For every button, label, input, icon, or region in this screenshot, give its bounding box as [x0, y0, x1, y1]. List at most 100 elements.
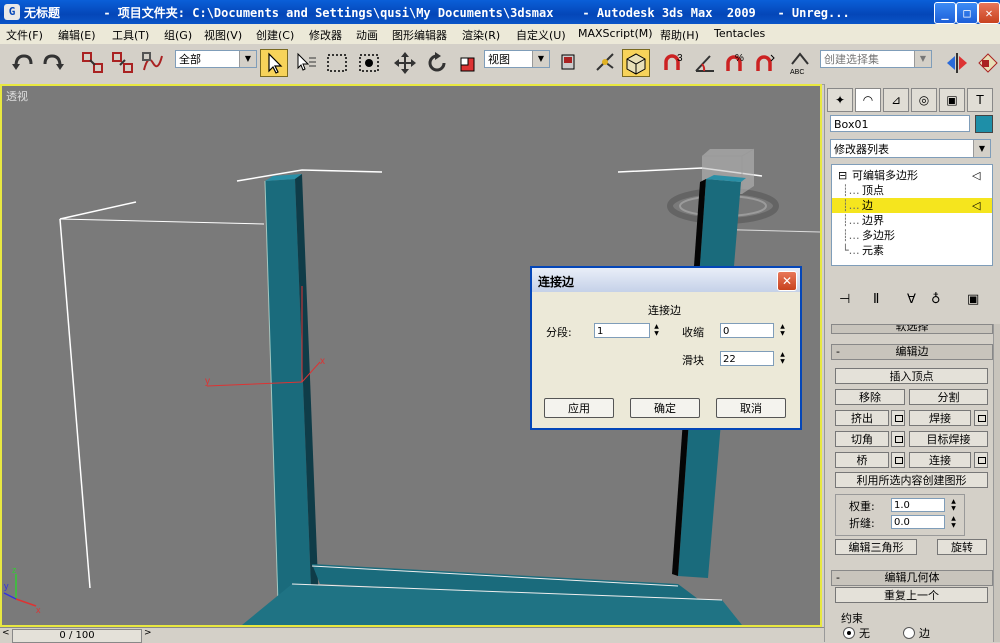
next-frame-icon[interactable]: >: [144, 628, 152, 638]
cancel-button[interactable]: 取消: [716, 398, 786, 418]
menu-customize[interactable]: 自定义(U): [516, 27, 566, 43]
stack-item-element[interactable]: └… 元素: [832, 243, 992, 258]
show-end-result-icon[interactable]: Ⅱ: [873, 292, 879, 307]
crease-field[interactable]: 0.0: [891, 515, 945, 529]
create-shape-button[interactable]: 利用所选内容创建图形: [835, 472, 988, 488]
weight-field[interactable]: 1.0: [891, 498, 945, 512]
slide-field[interactable]: 22: [720, 351, 774, 366]
bind-space-warp-icon[interactable]: [140, 50, 166, 76]
object-name-field[interactable]: Box01: [830, 115, 970, 132]
edit-named-selection-icon[interactable]: ABC: [788, 50, 814, 76]
menu-modifiers[interactable]: 修改器: [309, 27, 342, 43]
panel-scrollbar[interactable]: [993, 324, 1000, 642]
utilities-tab-icon[interactable]: T: [967, 88, 993, 112]
motion-tab-icon[interactable]: ◎: [911, 88, 937, 112]
weld-button[interactable]: 焊接: [909, 410, 971, 426]
stack-item-vertex[interactable]: ┊… 顶点: [832, 183, 992, 198]
pivot-center-icon[interactable]: [556, 50, 582, 76]
dialog-title-bar[interactable]: 连接边 ✕: [532, 268, 800, 292]
constraint-none-radio[interactable]: [843, 627, 855, 639]
stack-item-border[interactable]: ┊… 边界: [832, 213, 992, 228]
menu-animation[interactable]: 动画: [356, 27, 378, 43]
select-by-name-icon[interactable]: [292, 50, 318, 76]
menu-create[interactable]: 创建(C): [256, 27, 294, 43]
split-button[interactable]: 分割: [909, 389, 988, 405]
edit-triangulation-button[interactable]: 编辑三角形: [835, 539, 917, 555]
remove-button[interactable]: 移除: [835, 389, 905, 405]
undo-icon[interactable]: [10, 50, 36, 76]
stack-item-polygon[interactable]: ┊… 多边形: [832, 228, 992, 243]
segments-field[interactable]: 1: [594, 323, 650, 338]
slide-spinner[interactable]: ▲ ▼: [778, 351, 787, 366]
target-weld-button[interactable]: 目标焊接: [909, 431, 988, 447]
selection-filter-dropdown[interactable]: 全部 ▼: [175, 50, 257, 68]
crease-spinner[interactable]: ▲ ▼: [949, 515, 958, 529]
close-button[interactable]: ✕: [978, 2, 1000, 24]
hierarchy-tab-icon[interactable]: ⊿: [883, 88, 909, 112]
frame-counter[interactable]: 0 / 100: [12, 629, 142, 643]
menu-group[interactable]: 组(G): [164, 27, 192, 43]
insert-vertex-button[interactable]: 插入顶点: [835, 368, 988, 384]
window-crossing-icon[interactable]: [356, 50, 382, 76]
menu-help[interactable]: 帮助(H): [660, 27, 699, 43]
chamfer-settings-icon[interactable]: [891, 431, 905, 447]
object-color-swatch[interactable]: [975, 115, 993, 133]
turn-button[interactable]: 旋转: [937, 539, 987, 555]
remove-modifier-icon[interactable]: ♁: [931, 292, 941, 307]
align-icon[interactable]: [974, 50, 1000, 76]
light-bulb-icon[interactable]: ◁: [972, 168, 980, 183]
menu-maxscript[interactable]: MAXScript(M): [578, 27, 653, 40]
collapse-icon[interactable]: ⊟: [838, 168, 847, 183]
select-and-manipulate-icon[interactable]: [592, 50, 618, 76]
angle-snap-icon[interactable]: [692, 50, 718, 76]
create-tab-icon[interactable]: ✦: [827, 88, 853, 112]
app-icon[interactable]: G: [4, 4, 20, 20]
repeat-last-button[interactable]: 重复上一个: [835, 587, 988, 603]
menu-file[interactable]: 文件(F): [6, 27, 43, 43]
extrude-settings-icon[interactable]: [891, 410, 905, 426]
pin-stack-icon[interactable]: ⊣: [839, 292, 850, 307]
pinch-field[interactable]: 0: [720, 323, 774, 338]
rectangular-selection-icon[interactable]: [324, 50, 350, 76]
percent-snap-icon[interactable]: %: [722, 50, 748, 76]
spinner-snap-icon[interactable]: [752, 50, 778, 76]
apply-button[interactable]: 应用: [544, 398, 614, 418]
menu-tentacles[interactable]: Tentacles: [714, 27, 765, 40]
move-icon[interactable]: [392, 50, 418, 76]
select-and-link-icon[interactable]: [80, 50, 106, 76]
stack-item-editable-poly[interactable]: ⊟ 可编辑多边形 ◁: [832, 168, 992, 183]
snap-3d-icon[interactable]: 3: [660, 50, 686, 76]
mirror-icon[interactable]: [944, 50, 970, 76]
menu-tools[interactable]: 工具(T): [112, 27, 149, 43]
chamfer-button[interactable]: 切角: [835, 431, 889, 447]
stack-item-edge[interactable]: ┊… 边 ◁: [832, 198, 992, 213]
dialog-close-button[interactable]: ✕: [777, 271, 797, 291]
modify-tab-icon[interactable]: ◠: [855, 88, 881, 112]
keyboard-shortcut-override-icon[interactable]: [622, 49, 650, 77]
ok-button[interactable]: 确定: [630, 398, 700, 418]
extrude-button[interactable]: 挤出: [835, 410, 889, 426]
rollout-edit-edges[interactable]: - 编辑边: [831, 344, 993, 360]
prev-frame-icon[interactable]: <: [2, 628, 10, 638]
scale-icon[interactable]: [456, 50, 482, 76]
connect-button[interactable]: 连接: [909, 452, 971, 468]
configure-sets-icon[interactable]: ▣: [967, 292, 979, 307]
menu-graph-editors[interactable]: 图形编辑器: [392, 27, 447, 43]
rollout-soft-selection[interactable]: 软选择: [831, 324, 993, 334]
menu-views[interactable]: 视图(V): [204, 27, 242, 43]
connect-settings-icon[interactable]: [974, 452, 988, 468]
display-tab-icon[interactable]: ▣: [939, 88, 965, 112]
select-object-icon[interactable]: [260, 49, 288, 77]
minimize-button[interactable]: _: [934, 2, 956, 24]
make-unique-icon[interactable]: ∀: [907, 292, 916, 307]
segments-spinner[interactable]: ▲ ▼: [652, 323, 661, 338]
pinch-spinner[interactable]: ▲ ▼: [778, 323, 787, 338]
rotate-icon[interactable]: [424, 50, 450, 76]
bridge-settings-icon[interactable]: [891, 452, 905, 468]
bridge-button[interactable]: 桥: [835, 452, 889, 468]
redo-icon[interactable]: [40, 50, 66, 76]
modifier-list-dropdown[interactable]: 修改器列表 ▼: [830, 139, 991, 158]
rollout-edit-geometry[interactable]: - 编辑几何体: [831, 570, 993, 586]
weight-spinner[interactable]: ▲ ▼: [949, 498, 958, 512]
menu-rendering[interactable]: 渲染(R): [462, 27, 500, 43]
